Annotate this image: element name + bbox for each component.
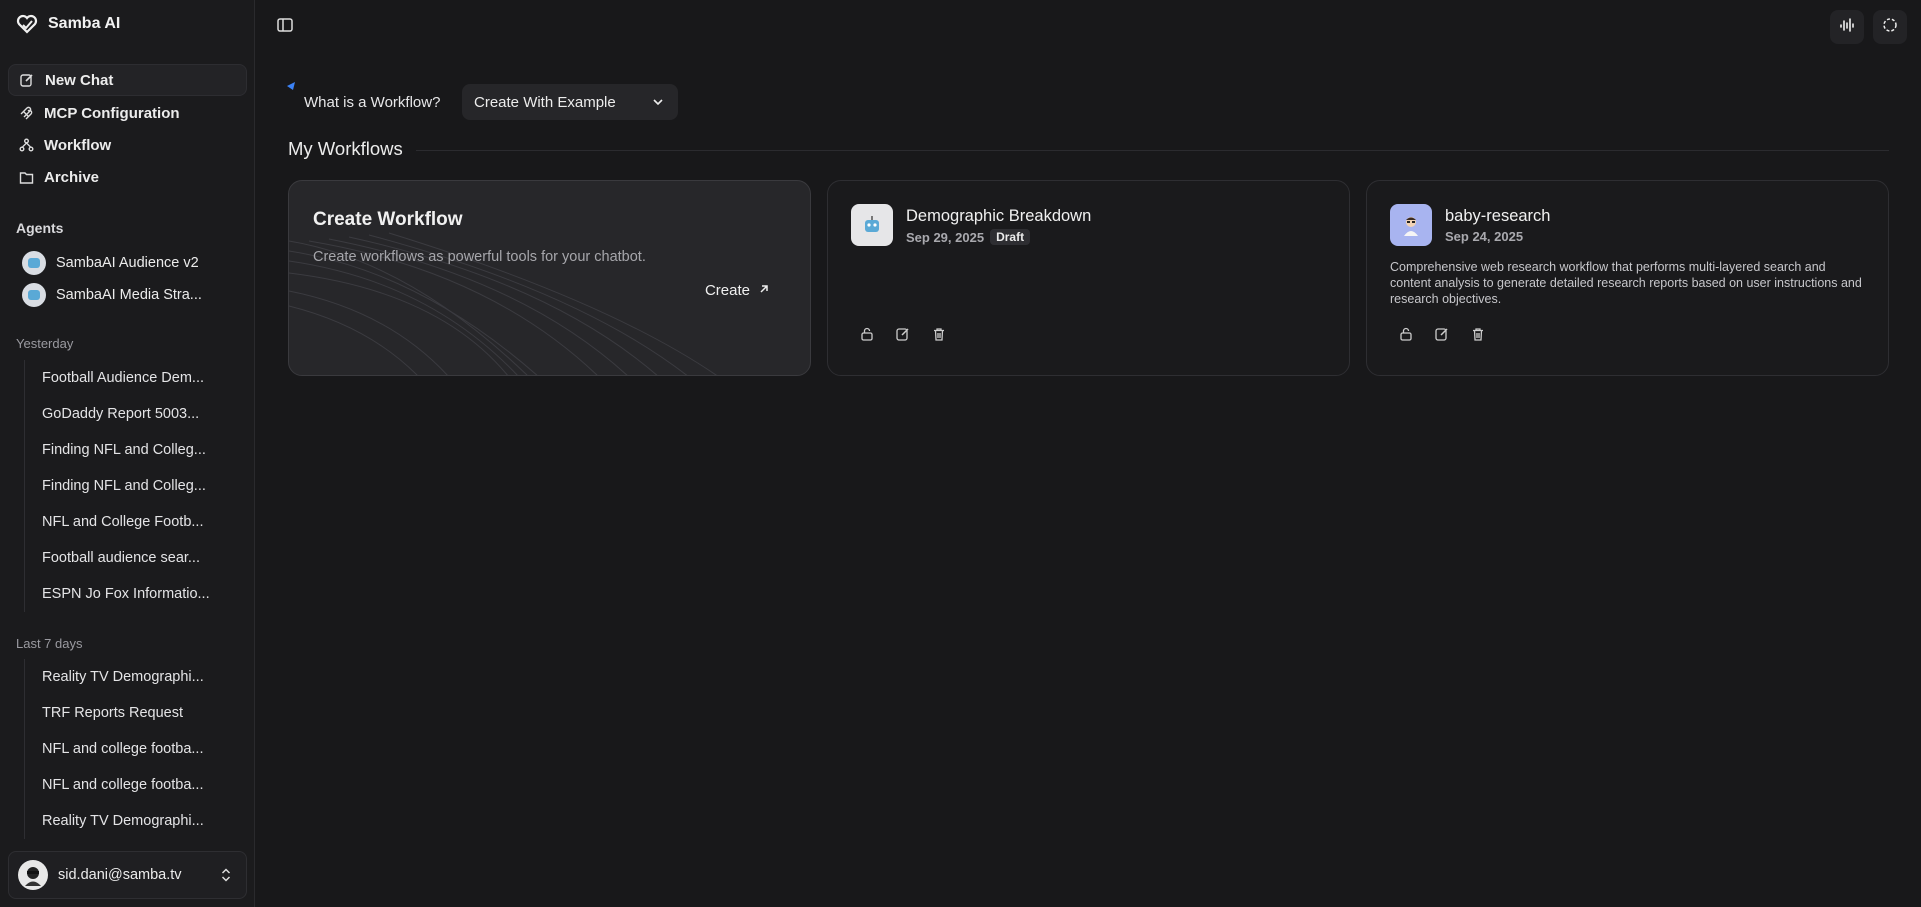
pointer-icon: [286, 78, 296, 90]
sidebar-toggle-icon[interactable]: [276, 16, 296, 36]
lock-icon[interactable]: [1398, 326, 1414, 342]
samba-logo-icon: [16, 13, 38, 35]
chevrons-up-down-icon: [218, 867, 234, 883]
trash-icon[interactable]: [1470, 326, 1486, 342]
history-item[interactable]: NFL and college footba...: [25, 731, 210, 767]
what-is-workflow-text: What is a Workflow?: [304, 93, 441, 111]
history-item[interactable]: Reality TV Demographi...: [25, 659, 210, 695]
nav-mcp-configuration[interactable]: MCP Configuration: [8, 98, 247, 128]
create-with-example-select[interactable]: Create With Example: [462, 84, 678, 120]
history-item[interactable]: Football Audience Dem...: [25, 360, 210, 396]
agents-label: Agents: [16, 220, 64, 236]
user-menu-button[interactable]: sid.dani@samba.tv: [8, 851, 247, 899]
select-value: Create With Example: [474, 93, 616, 111]
sidebar: Samba AI New Chat MCP Configuration Work…: [0, 0, 255, 907]
nav-new-chat[interactable]: New Chat: [8, 64, 247, 96]
app-name: Samba AI: [48, 15, 121, 32]
agent-item[interactable]: SambaAI Audience v2: [22, 250, 199, 276]
create-label: Create: [704, 282, 750, 299]
section-divider: [416, 150, 1889, 151]
archive-icon: [18, 169, 34, 185]
temporary-chat-button[interactable]: [1873, 10, 1907, 44]
workflow-card[interactable]: Demographic Breakdown Sep 29, 2025 Draft: [827, 180, 1350, 376]
create-workflow-title: Create Workflow: [313, 209, 463, 230]
section-title: My Workflows: [288, 138, 403, 159]
trash-icon[interactable]: [931, 326, 947, 342]
nav-workflow[interactable]: Workflow: [8, 130, 247, 160]
brand[interactable]: Samba AI: [16, 12, 120, 36]
workflow-actions: [1398, 326, 1486, 342]
workflow-avatar: [851, 204, 893, 246]
nav-archive[interactable]: Archive: [8, 162, 247, 192]
history-item[interactable]: Finding NFL and Colleg...: [25, 468, 210, 504]
workflow-icon: [18, 137, 34, 153]
nav-label: MCP Configuration: [44, 104, 180, 122]
history-yesterday-list: Football Audience Dem... GoDaddy Report …: [24, 360, 210, 612]
voice-button[interactable]: [1830, 10, 1864, 44]
create-workflow-card[interactable]: Create Workflow Create workflows as powe…: [288, 180, 811, 376]
agent-avatar: [22, 251, 46, 275]
workflow-title: Demographic Breakdown: [906, 207, 1092, 225]
audio-waveform-icon: [1839, 17, 1855, 38]
history-item[interactable]: ESPN Jo Fox Informatio...: [25, 576, 210, 612]
avatar: [18, 860, 48, 890]
workflow-avatar: [1390, 204, 1432, 246]
edit-icon: [19, 72, 35, 88]
workflow-title: baby-research: [1445, 207, 1551, 225]
nav-label: New Chat: [45, 71, 114, 89]
history-last7-label: Last 7 days: [16, 636, 83, 651]
workflow-date: Sep 29, 2025: [906, 229, 985, 245]
edit-icon[interactable]: [1434, 326, 1450, 342]
agent-name: SambaAI Audience v2: [56, 255, 199, 271]
workflow-meta: Sep 24, 2025: [1445, 229, 1523, 244]
workflow-date: Sep 24, 2025: [1445, 229, 1524, 244]
what-is-workflow-link[interactable]: What is a Workflow?: [287, 82, 441, 120]
workflow-card[interactable]: baby-research Sep 24, 2025 Comprehensive…: [1366, 180, 1889, 376]
lock-icon[interactable]: [859, 326, 875, 342]
create-button[interactable]: Create: [705, 282, 770, 299]
history-item[interactable]: Finding NFL and Colleg...: [25, 432, 210, 468]
workflow-meta: Sep 29, 2025 Draft: [906, 229, 1031, 245]
workflow-actions: [859, 326, 947, 342]
status-badge: Draft: [990, 229, 1031, 245]
history-item[interactable]: GoDaddy Report 5003...: [25, 396, 210, 432]
arrow-up-right-icon: [758, 282, 770, 299]
history-item[interactable]: Football audience sear...: [25, 540, 210, 576]
edit-icon[interactable]: [895, 326, 911, 342]
mcp-icon: [18, 105, 34, 121]
history-item[interactable]: NFL and college footba...: [25, 767, 210, 803]
agent-item[interactable]: SambaAI Media Stra...: [22, 282, 202, 308]
history-last7-list: Reality TV Demographi... TRF Reports Req…: [24, 659, 210, 839]
history-item[interactable]: Reality TV Demographi...: [25, 803, 210, 839]
agent-name: SambaAI Media Stra...: [56, 287, 202, 303]
nav-label: Archive: [44, 168, 100, 186]
nav-label: Workflow: [44, 136, 112, 154]
agent-avatar: [22, 283, 46, 307]
dashed-chat-icon: [1882, 17, 1898, 38]
workflow-description: Comprehensive web research workflow that…: [1390, 260, 1862, 306]
chevron-down-icon: [650, 94, 666, 110]
user-email: sid.dani@samba.tv: [58, 867, 182, 883]
create-workflow-desc: Create workflows as powerful tools for y…: [313, 249, 646, 265]
history-item[interactable]: TRF Reports Request: [25, 695, 210, 731]
main-nav: New Chat MCP Configuration Workflow Arch…: [8, 64, 247, 194]
history-item[interactable]: NFL and College Footb...: [25, 504, 210, 540]
history-yesterday-label: Yesterday: [16, 336, 74, 351]
